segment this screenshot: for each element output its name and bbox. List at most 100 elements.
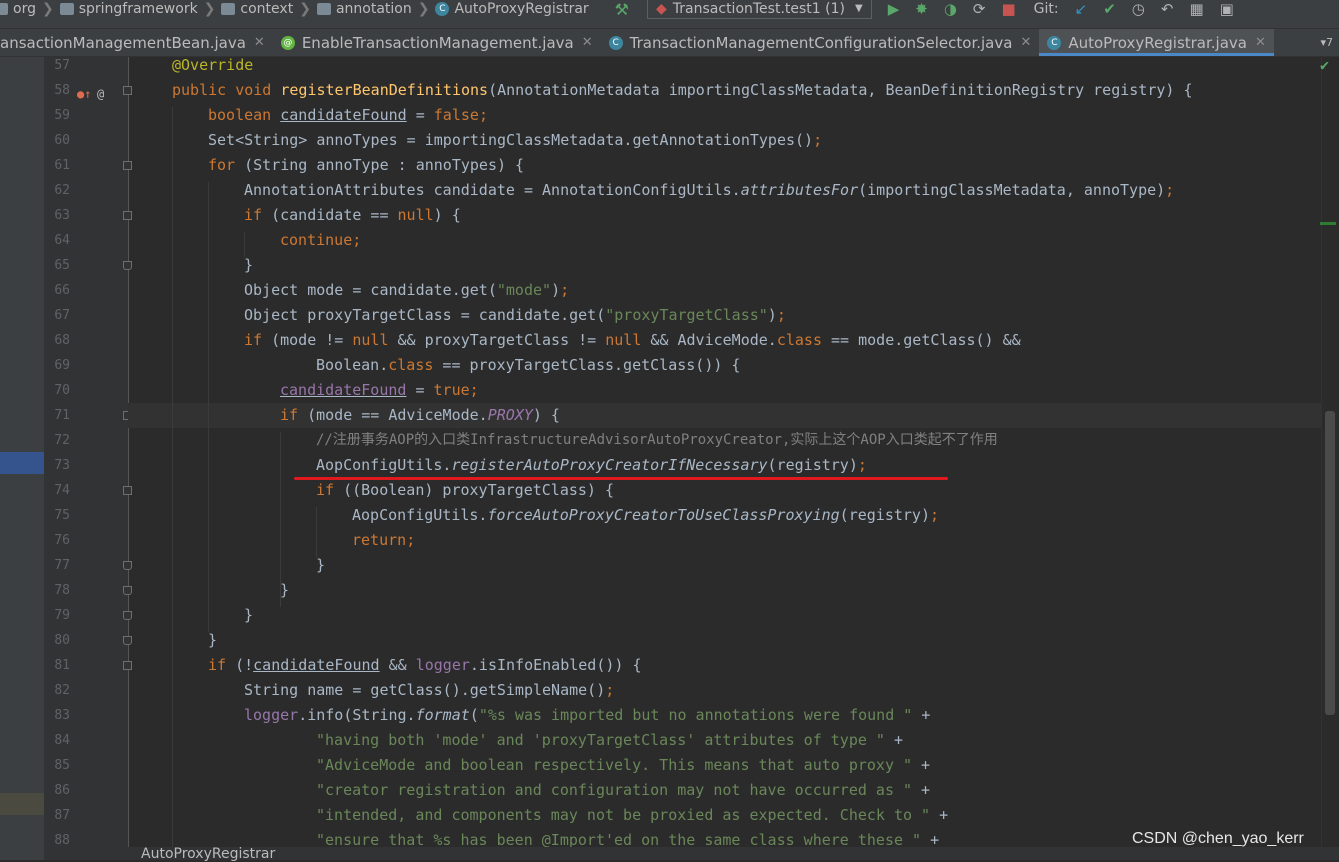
- static-method-token: attributesFor: [740, 181, 859, 199]
- line-number: 62: [54, 183, 70, 198]
- string-token: "proxyTargetClass": [605, 306, 768, 324]
- comment-token: //注册事务AOP的入口类InfrastructureAdvisorAutoPr…: [316, 432, 998, 448]
- code-token: &&: [379, 656, 416, 674]
- code-line-82: String name = getClass().getSimpleName()…: [244, 678, 614, 703]
- breadcrumb-org[interactable]: org ❯: [0, 1, 54, 17]
- line-number: 78: [54, 583, 70, 598]
- keyword-token: if: [244, 206, 272, 224]
- fold-end-icon[interactable]: [123, 261, 132, 270]
- code-token: +: [912, 756, 931, 774]
- run-configuration-dropdown[interactable]: ◆ TransactionTest.test1 (1) ▼: [647, 0, 872, 19]
- build-hammer-icon[interactable]: ⚒: [615, 0, 629, 19]
- profile-icon[interactable]: ⟳: [973, 0, 986, 18]
- tab-auto-proxy-registrar[interactable]: C AutoProxyRegistrar.java ✕: [1039, 29, 1274, 56]
- tab-enable-transaction-management[interactable]: @ EnableTransactionManagement.java ✕: [273, 29, 601, 56]
- tree-row[interactable]: [0, 793, 44, 815]
- code-token: =: [406, 106, 434, 124]
- folder-icon: [316, 3, 331, 15]
- string-token: "intended, and components may not be pro…: [316, 806, 931, 824]
- presentation-icon[interactable]: ▣: [1220, 0, 1234, 18]
- keyword-token: if: [280, 406, 308, 424]
- code-token: }: [244, 256, 254, 274]
- project-tool-strip: [0, 57, 44, 860]
- keyword-token: null: [605, 331, 642, 349]
- fold-end-icon[interactable]: [123, 636, 132, 645]
- keyword-token: class: [388, 356, 434, 374]
- tab-transaction-management-configuration-selector[interactable]: C TransactionManagementConfigurationSele…: [601, 29, 1040, 56]
- keyword-token: for: [208, 156, 245, 174]
- static-method-token: forceAutoProxyCreatorToUseClassProxying: [487, 506, 840, 524]
- code-token: AnnotationAttributes candidate = Annotat…: [244, 181, 741, 199]
- editor-tab-bar: ansactionManagementBean.java ✕ @ EnableT…: [0, 29, 1339, 57]
- close-icon[interactable]: ✕: [582, 35, 593, 50]
- code-token: == mode.getClass() &&: [822, 331, 1021, 349]
- fold-toggle-icon[interactable]: [123, 161, 132, 170]
- folder-icon: [221, 3, 236, 15]
- code-token: (AnnotationMetadata importingClassMetada…: [488, 81, 1193, 99]
- git-history-icon[interactable]: ◷: [1132, 0, 1145, 18]
- breadcrumb-annotation[interactable]: annotation ❯: [316, 1, 429, 17]
- chevron-right-icon: ❯: [203, 1, 216, 17]
- breadcrumb-context[interactable]: context ❯: [221, 1, 311, 17]
- code-editor[interactable]: @Override public void registerBeanDefini…: [136, 57, 1321, 847]
- code-line-84: "having both 'mode' and 'proxyTargetClas…: [316, 728, 903, 753]
- stop-icon[interactable]: ■: [1001, 0, 1015, 18]
- code-token: Boolean.: [316, 356, 389, 374]
- keyword-token: class: [776, 331, 822, 349]
- string-token: "having both 'mode' and 'proxyTargetClas…: [316, 731, 885, 749]
- fold-toggle-icon[interactable]: [123, 86, 132, 95]
- code-token: .isInfoEnabled()) {: [469, 656, 642, 674]
- code-line-74: if ((Boolean) proxyTargetClass) {: [316, 478, 614, 503]
- code-line-83: logger.info(String.format("%s was import…: [244, 703, 930, 728]
- close-icon[interactable]: ✕: [1255, 35, 1266, 50]
- line-number: 72: [54, 433, 70, 448]
- tab-overflow-menu[interactable]: ▾7: [1314, 29, 1339, 56]
- code-line-68: if (mode != null && proxyTargetClass != …: [244, 328, 1021, 353]
- code-token: Object proxyTargetClass = candidate.get(: [244, 306, 606, 324]
- keyword-token: public void: [172, 81, 281, 99]
- vertical-scrollbar-thumb[interactable]: [1325, 411, 1335, 715]
- close-icon[interactable]: ✕: [254, 35, 265, 50]
- fold-end-icon[interactable]: [123, 611, 132, 620]
- code-token: Set<String> annoTypes = importingClassMe…: [208, 131, 814, 149]
- fold-toggle-icon[interactable]: [123, 486, 132, 495]
- fold-end-icon[interactable]: [123, 561, 132, 570]
- code-line-77: }: [316, 553, 325, 578]
- breadcrumb-springframework[interactable]: springframework ❯: [59, 1, 216, 17]
- line-number: 63: [54, 208, 70, 223]
- annotation-gutter-icon[interactable]: @: [97, 82, 104, 107]
- code-line-73: AopConfigUtils.registerAutoProxyCreatorI…: [316, 453, 867, 478]
- code-token: .info(String.: [298, 706, 416, 724]
- run-icon[interactable]: ▶: [888, 0, 900, 18]
- no-problems-check-icon[interactable]: ✔: [1320, 56, 1329, 74]
- code-token: +: [912, 706, 931, 724]
- code-token: }: [244, 606, 254, 624]
- fold-toggle-icon[interactable]: [123, 211, 132, 220]
- code-token: +: [884, 731, 904, 749]
- code-token: (String annoType : annoTypes) {: [244, 156, 525, 174]
- line-number: 66: [54, 283, 70, 298]
- breadcrumb-autoproxyregistrar[interactable]: C AutoProxyRegistrar: [435, 1, 589, 17]
- close-icon[interactable]: ✕: [1020, 35, 1031, 50]
- selected-tree-row[interactable]: [0, 452, 44, 474]
- code-token: ) {: [433, 206, 461, 224]
- tab-transaction-management-bean[interactable]: ansactionManagementBean.java ✕: [0, 29, 273, 56]
- git-commit-icon[interactable]: ✔: [1103, 0, 1116, 18]
- code-token: String name = getClass().getSimpleName(): [244, 681, 606, 699]
- fold-toggle-icon[interactable]: [123, 661, 132, 670]
- code-line-70: candidateFound = true;: [280, 378, 479, 403]
- override-marker-icon[interactable]: ●↑: [77, 82, 91, 107]
- code-line-81: if (!candidateFound && logger.isInfoEnab…: [208, 653, 642, 678]
- string-token: "mode": [496, 281, 552, 299]
- change-marker[interactable]: [1320, 222, 1336, 225]
- debug-icon[interactable]: ✸: [915, 0, 928, 18]
- coverage-icon[interactable]: ◑: [944, 0, 957, 18]
- code-line-87: "intended, and components may not be pro…: [316, 803, 948, 828]
- code-token: (: [469, 706, 479, 724]
- code-token: && proxyTargetClass !=: [388, 331, 606, 349]
- git-update-icon[interactable]: ↙: [1075, 0, 1088, 18]
- fold-end-icon[interactable]: [123, 586, 132, 595]
- project-structure-icon[interactable]: ▦: [1189, 0, 1203, 18]
- line-number: 81: [54, 658, 70, 673]
- rollback-icon[interactable]: ↶: [1161, 0, 1174, 18]
